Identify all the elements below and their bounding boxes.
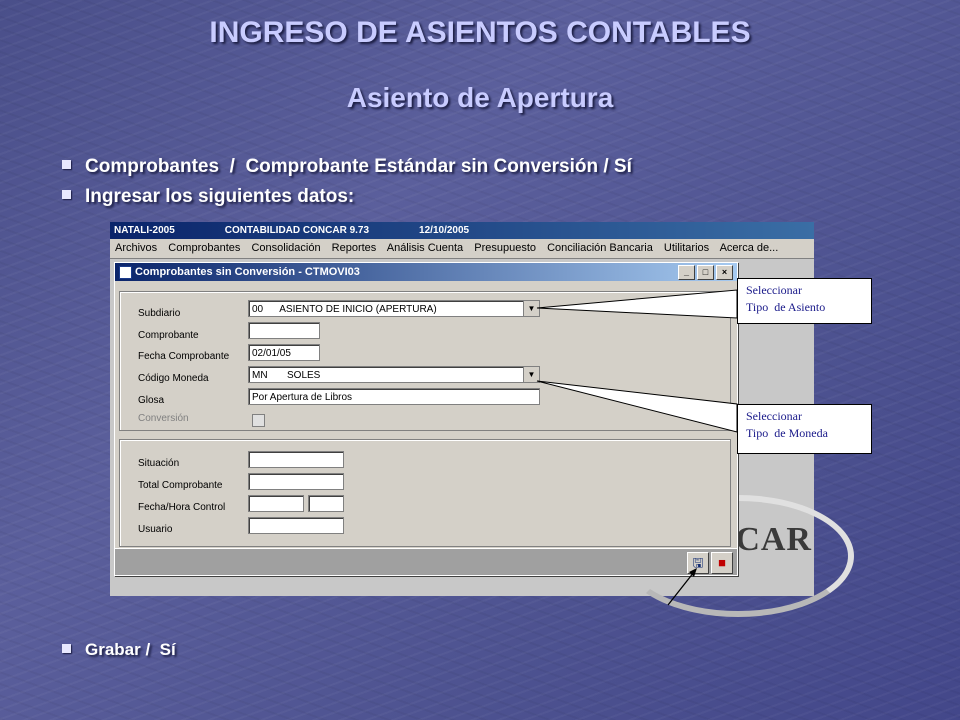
situacion-field[interactable] [248,451,344,468]
menu-conciliacion-bancaria[interactable]: Conciliación Bancaria [547,242,653,254]
slide-title: INGRESO DE ASIENTOS CONTABLES [209,16,751,49]
subdiario-select[interactable]: 00 ASIENTO DE INICIO (APERTURA) ▼ [248,300,540,317]
bullet-icon [62,644,71,654]
codigo-moneda-select[interactable]: MN SOLES ▼ [248,366,540,383]
bullet-grabar: Grabar / Sí [62,640,176,660]
label-usuario: Usuario [138,524,173,535]
callout-line: Seleccionar [746,283,802,297]
label-situacion: Situación [138,458,180,469]
callout-tipo-moneda: Seleccionar Tipo de Moneda [737,404,872,454]
total-comprobante-field[interactable] [248,473,344,490]
bullet-text: Comprobantes / Comprobante Estándar sin … [85,156,632,177]
save-icon: 🖫 [692,555,704,570]
label-codigo-moneda: Código Moneda [138,373,209,384]
label-total-comprobante: Total Comprobante [138,480,223,491]
menu-analisis-cuenta[interactable]: Análisis Cuenta [387,242,463,254]
bullet-icon [62,160,71,170]
menu-archivos[interactable]: Archivos [115,242,157,254]
minimize-button[interactable]: _ [678,265,695,280]
fecha-control-field[interactable] [248,495,304,512]
label-glosa: Glosa [138,395,165,406]
exit-icon: ■ [718,555,726,570]
glosa-field[interactable]: Por Apertura de Libros [248,388,540,405]
slide-subtitle: Asiento de Apertura [346,82,614,113]
menu-reportes[interactable]: Reportes [332,242,377,254]
menu-consolidacion[interactable]: Consolidación [251,242,320,254]
exit-button[interactable]: ■ [711,552,733,574]
label-conversion: Conversión [138,413,189,424]
dialog-title: Comprobantes sin Conversión - CTMOVI03 [135,266,360,278]
app-name: CONTABILIDAD CONCAR 9.73 [224,225,370,236]
usuario-field[interactable] [248,517,344,534]
app-company: NATALI-2005 [114,225,175,236]
label-subdiario: Subdiario [138,308,181,319]
bullet-comprobantes: Comprobantes / Comprobante Estándar sin … [62,156,632,178]
concar-logo: CAR [735,521,812,558]
label-fecha-comprobante: Fecha Comprobante [138,351,230,362]
window-buttons: _ □ × [678,265,733,280]
callout-line: Tipo de Moneda [746,426,828,440]
menu-utilitarios[interactable]: Utilitarios [664,242,709,254]
fecha-comprobante-field[interactable]: 02/01/05 [248,344,320,361]
app-title-bar: NATALI-2005 CONTABILIDAD CONCAR 9.73 12/10… [110,222,814,239]
chevron-down-icon[interactable]: ▼ [523,301,539,316]
save-button[interactable]: 🖫 [687,552,709,574]
window-icon [119,266,132,279]
close-button[interactable]: × [716,265,733,280]
group-comprobante-datos: Subdiario 00 ASIENTO DE INICIO (APERTURA… [119,291,731,431]
label-fecha-hora-control: Fecha/Hora Control [138,502,226,513]
dialog-title-bar: Comprobantes sin Conversión - CTMOVI03 _… [115,263,737,281]
dialog-toolbar: 🖫 ■ [115,548,737,575]
comprobantes-dialog: Comprobantes sin Conversión - CTMOVI03 _… [114,262,738,576]
callout-line: Seleccionar [746,409,802,423]
subdiario-value: 00 ASIENTO DE INICIO (APERTURA) [252,304,437,315]
bullet-ingresar: Ingresar los siguientes datos: [62,186,354,208]
moneda-value: MN SOLES [252,370,321,381]
group-control: Situación Total Comprobante Fecha/Hora C… [119,439,731,547]
chevron-down-icon[interactable]: ▼ [523,367,539,382]
hora-control-field[interactable] [308,495,344,512]
menu-comprobantes[interactable]: Comprobantes [168,242,240,254]
app-menu-bar: Archivos Comprobantes Consolidación Repo… [110,239,814,259]
conversion-checkbox[interactable] [252,414,265,427]
bullet-icon [62,190,71,200]
bullet-text: Grabar / Sí [85,640,176,659]
comprobante-field[interactable] [248,322,320,339]
callout-tipo-asiento: Seleccionar Tipo de Asiento [737,278,872,324]
menu-presupuesto[interactable]: Presupuesto [474,242,536,254]
callout-line: Tipo de Asiento [746,300,826,314]
maximize-button[interactable]: □ [697,265,714,280]
bullet-text: Ingresar los siguientes datos: [85,186,355,207]
label-comprobante: Comprobante [138,330,199,341]
menu-acerca-de[interactable]: Acerca de... [720,242,779,254]
app-date: 12/10/2005 [419,225,470,236]
